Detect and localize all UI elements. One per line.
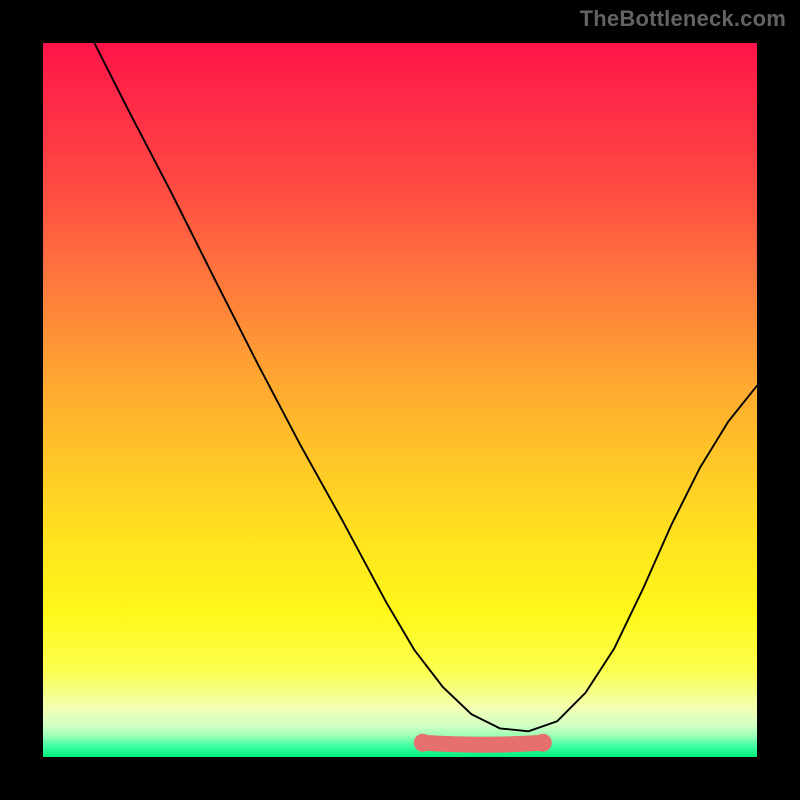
curve-svg bbox=[43, 43, 757, 757]
watermark-text: TheBottleneck.com bbox=[580, 6, 786, 32]
floor-segment bbox=[423, 743, 543, 745]
curve-line bbox=[94, 43, 757, 731]
floor-endpoint-right bbox=[534, 734, 552, 752]
plot-area bbox=[43, 43, 757, 757]
chart-frame: TheBottleneck.com bbox=[0, 0, 800, 800]
floor-endpoint-left bbox=[414, 734, 432, 752]
